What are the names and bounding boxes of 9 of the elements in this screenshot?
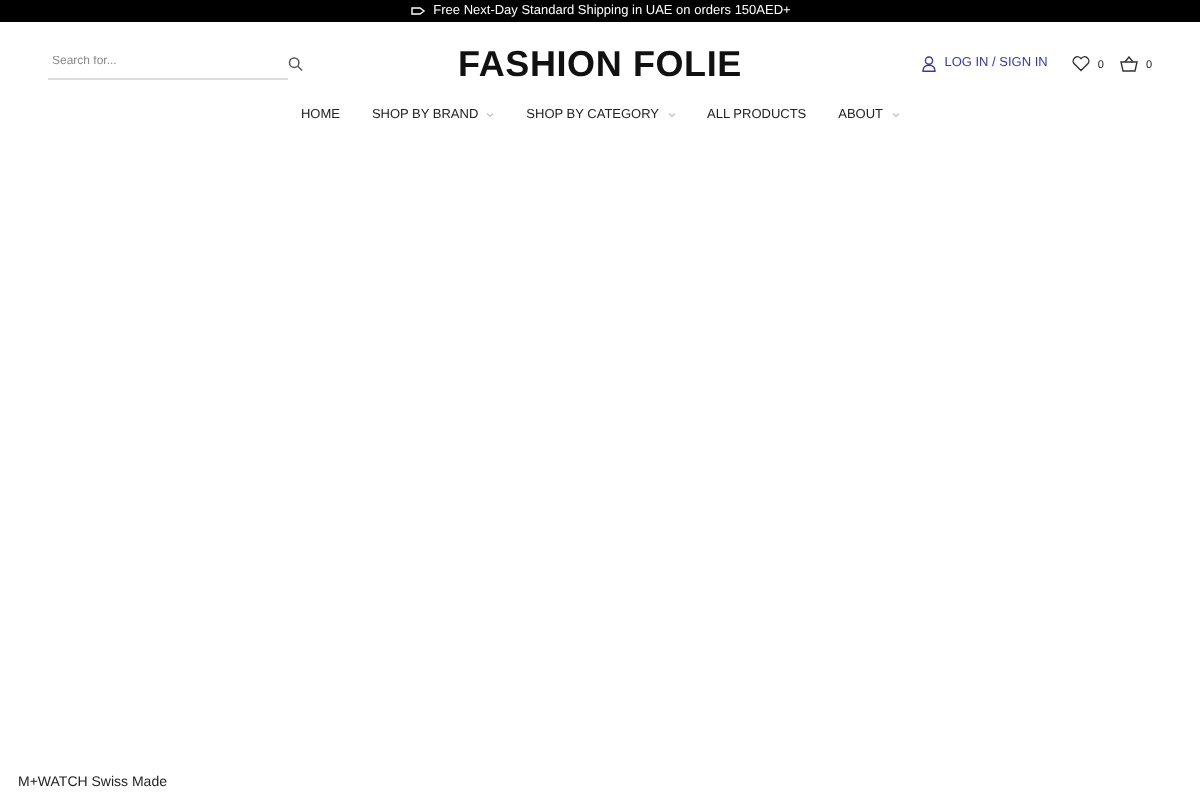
search-icon[interactable] (288, 56, 304, 72)
user-icon[interactable] (922, 56, 937, 72)
logo[interactable]: FASHION FOLIE (458, 37, 742, 91)
caret-icon (667, 112, 676, 119)
basket-icon[interactable] (1119, 56, 1138, 72)
tag-icon (409, 6, 426, 16)
heart-icon[interactable] (1071, 56, 1090, 72)
caret-icon (891, 112, 900, 119)
caret-icon (486, 112, 495, 119)
